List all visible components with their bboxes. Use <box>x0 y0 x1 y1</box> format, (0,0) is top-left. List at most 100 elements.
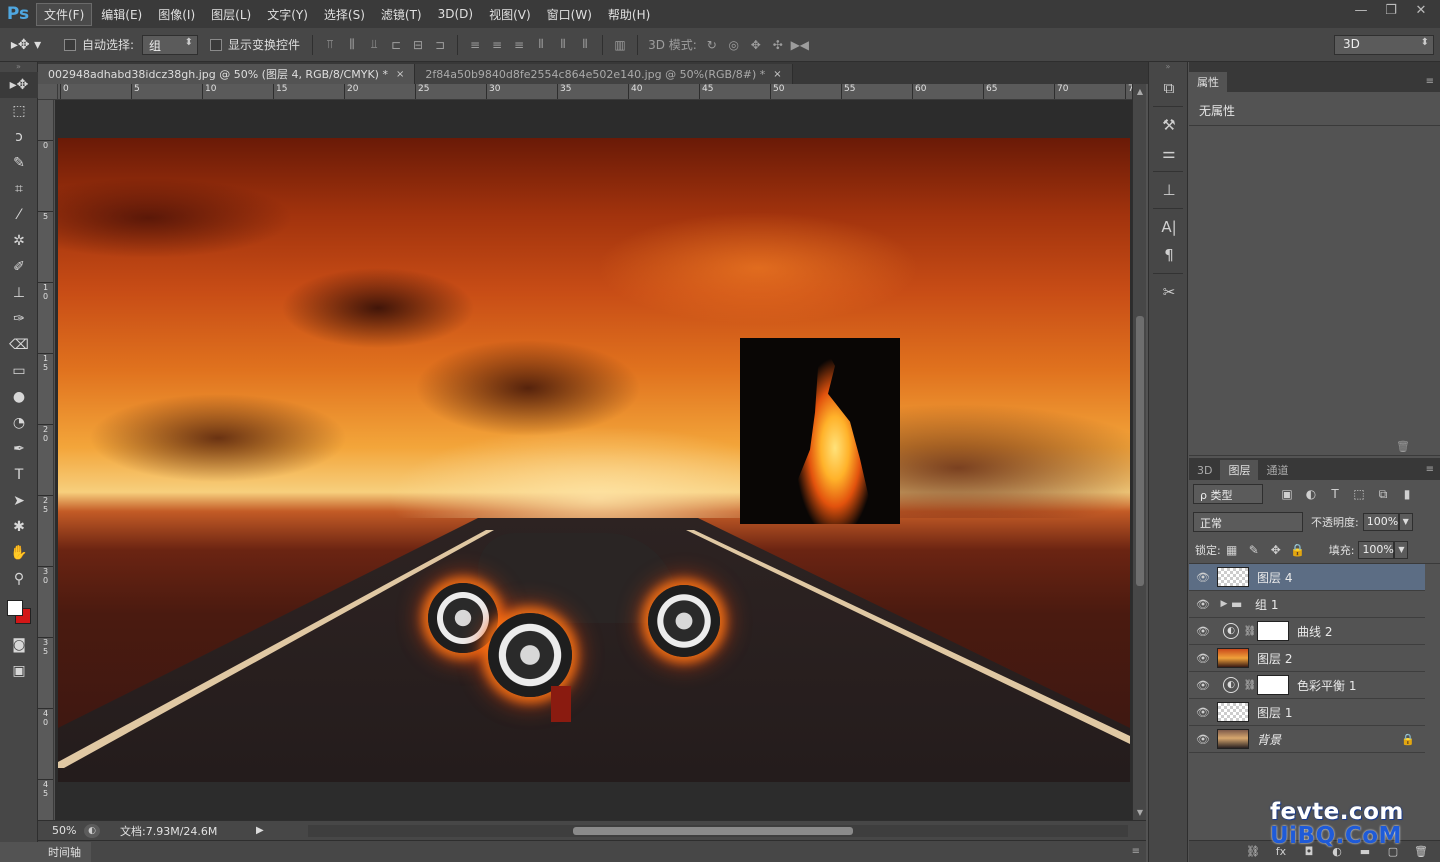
layer-row[interactable]: 👁 ◐ ⛓ 色彩平衡 1 <box>1189 672 1425 699</box>
vertical-ruler[interactable]: 0 5 1 0 1 5 2 0 2 5 3 0 3 5 4 0 4 5 <box>38 100 54 820</box>
opacity-field[interactable]: 100% <box>1362 513 1399 531</box>
align-left-icon[interactable]: ⊏ <box>385 34 407 56</box>
align-hcenter-icon[interactable]: ⊟ <box>407 34 429 56</box>
menu-filter[interactable]: 滤镜(T) <box>374 4 429 25</box>
distribute-top-icon[interactable]: ≡ <box>464 34 486 56</box>
layer-row[interactable]: 👁 背景 🔒 <box>1189 726 1425 753</box>
hand-tool-icon[interactable]: ✋ <box>0 540 38 566</box>
marquee-tool-icon[interactable]: ⬚ <box>0 98 38 124</box>
filter-toggle-icon[interactable]: ▮ <box>1395 487 1419 501</box>
eyedropper-tool-icon[interactable]: ⁄ <box>0 202 38 228</box>
path-select-tool-icon[interactable]: ➤ <box>0 488 38 514</box>
document-canvas[interactable] <box>58 138 1130 782</box>
status-info-icon[interactable]: ◐ <box>84 823 100 838</box>
layer-row[interactable]: 👁 ▶ ▬ 组 1 <box>1189 591 1425 618</box>
gradient-tool-icon[interactable]: ▭ <box>0 358 38 384</box>
type-filter-icon[interactable]: T <box>1323 487 1347 501</box>
roll-3d-icon[interactable]: ◎ <box>723 34 745 56</box>
document-tab[interactable]: 2f84a50b9840d8fe2554c864e502e140.jpg @ 5… <box>415 64 793 84</box>
quick-mask-icon[interactable]: ◙ <box>0 632 38 658</box>
lock-pixels-icon[interactable]: ✎ <box>1243 543 1265 557</box>
layer-row[interactable]: 👁 图层 4 <box>1189 564 1425 591</box>
layer-row[interactable]: 👁 ◐ ⛓ 曲线 2 <box>1189 618 1425 645</box>
drag-3d-icon[interactable]: ✥ <box>745 34 767 56</box>
distribute-vcenter-icon[interactable]: ≡ <box>486 34 508 56</box>
lasso-tool-icon[interactable]: ↄ <box>0 124 38 150</box>
visibility-eye-icon[interactable]: 👁 <box>1189 598 1217 611</box>
clone-source-icon[interactable]: ⊥ <box>1149 176 1189 204</box>
menu-view[interactable]: 视图(V) <box>482 4 538 25</box>
fill-field[interactable]: 100% <box>1358 540 1395 559</box>
foreground-color-swatch[interactable] <box>7 600 23 616</box>
close-icon[interactable]: × <box>773 69 781 80</box>
visibility-eye-icon[interactable]: 👁 <box>1189 679 1217 692</box>
panel-menu-icon[interactable]: ≡ <box>1426 76 1434 87</box>
close-icon[interactable]: × <box>396 69 404 80</box>
timeline-panel-tab[interactable]: 时间轴 ≡ <box>38 840 1146 862</box>
fire-layer-image[interactable] <box>740 338 900 524</box>
vertical-scrollbar[interactable]: ▲ ▼ <box>1132 84 1146 820</box>
strip-collapse-icon[interactable]: » <box>1149 62 1187 74</box>
trash-icon[interactable]: 🗑 <box>1396 440 1410 453</box>
layer-kind-filter[interactable]: ρ 类型 <box>1193 484 1263 504</box>
distribute-right-icon[interactable]: ⫴ <box>574 34 596 56</box>
tab-layers[interactable]: 图层 <box>1220 460 1259 480</box>
visibility-eye-icon[interactable]: 👁 <box>1189 706 1217 719</box>
timeline-tab-label[interactable]: 时间轴 <box>38 841 91 862</box>
lock-transparency-icon[interactable]: ▦ <box>1221 543 1243 557</box>
menu-image[interactable]: 图像(I) <box>151 4 202 25</box>
document-tab-active[interactable]: 002948adhabd38idcz38gh.jpg @ 50% (图层 4, … <box>38 64 416 84</box>
close-button[interactable]: ✕ <box>1406 0 1436 20</box>
visibility-eye-icon[interactable]: 👁 <box>1189 625 1217 638</box>
visibility-eye-icon[interactable]: 👁 <box>1189 571 1217 584</box>
visibility-eye-icon[interactable]: 👁 <box>1189 733 1217 746</box>
panel-menu-icon[interactable]: ≡ <box>1426 464 1434 475</box>
workspace-select[interactable]: 3D <box>1334 35 1434 55</box>
auto-select-dropdown[interactable]: 组 <box>142 34 199 55</box>
menu-type[interactable]: 文字(Y) <box>260 4 315 25</box>
tab-properties[interactable]: 属性 <box>1189 72 1227 92</box>
align-right-icon[interactable]: ⊐ <box>429 34 451 56</box>
brush-tool-icon[interactable]: ✐ <box>0 254 38 280</box>
tab-3d[interactable]: 3D <box>1189 460 1220 480</box>
horizontal-ruler[interactable]: 0 5 10 15 20 25 30 35 40 45 50 55 60 65 70 75 <box>58 84 1132 100</box>
clone-stamp-tool-icon[interactable]: ⊥ <box>0 280 38 306</box>
quick-select-tool-icon[interactable]: ✎ <box>0 150 38 176</box>
healing-brush-tool-icon[interactable]: ✲ <box>0 228 38 254</box>
lock-all-icon[interactable]: 🔒 <box>1287 543 1309 557</box>
brush-panel-icon[interactable]: ⚌ <box>1149 139 1189 167</box>
history-panel-icon[interactable]: ⧉ <box>1149 74 1189 102</box>
align-vcenter-icon[interactable]: ⫼ <box>341 34 363 56</box>
tool-presets-icon[interactable]: ✂ <box>1149 278 1189 306</box>
brush-presets-icon[interactable]: ⚒ <box>1149 111 1189 139</box>
restore-button[interactable]: ❐ <box>1376 0 1406 20</box>
scroll-down-icon[interactable]: ▼ <box>1136 808 1144 817</box>
shape-filter-icon[interactable]: ⬚ <box>1347 487 1371 501</box>
opacity-dropdown-icon[interactable]: ▼ <box>1398 513 1413 531</box>
adjustment-filter-icon[interactable]: ◐ <box>1299 487 1323 501</box>
auto-select-checkbox[interactable] <box>64 38 76 51</box>
horizontal-scrollbar[interactable] <box>308 825 1128 837</box>
menu-window[interactable]: 窗口(W) <box>540 4 599 25</box>
canvas-workspace[interactable] <box>55 100 1132 820</box>
dodge-tool-icon[interactable]: ◔ <box>0 410 38 436</box>
pen-tool-icon[interactable]: ✒ <box>0 436 38 462</box>
character-panel-icon[interactable]: A| <box>1149 213 1189 241</box>
paragraph-panel-icon[interactable]: ¶ <box>1149 241 1189 269</box>
distribute-left-icon[interactable]: ⫴ <box>530 34 552 56</box>
zoom-level[interactable]: 50% <box>38 824 84 837</box>
crop-tool-icon[interactable]: ⌗ <box>0 176 38 202</box>
menu-file[interactable]: 文件(F) <box>36 2 93 26</box>
color-swatches[interactable] <box>0 592 38 632</box>
show-transform-checkbox[interactable] <box>210 38 223 51</box>
ruler-origin[interactable] <box>38 84 58 100</box>
screen-mode-icon[interactable]: ▣ <box>0 658 38 684</box>
move-tool-preset-icon[interactable]: ▸✥ ▾ <box>0 32 52 58</box>
menu-layer[interactable]: 图层(L) <box>204 4 258 25</box>
vertical-scroll-thumb[interactable] <box>1136 316 1144 586</box>
lock-position-icon[interactable]: ✥ <box>1265 543 1287 557</box>
type-tool-icon[interactable]: T <box>0 462 38 488</box>
blend-mode-select[interactable]: 正常 <box>1193 512 1303 532</box>
distribute-bottom-icon[interactable]: ≡ <box>508 34 530 56</box>
expand-group-icon[interactable]: ▶ <box>1217 599 1231 609</box>
